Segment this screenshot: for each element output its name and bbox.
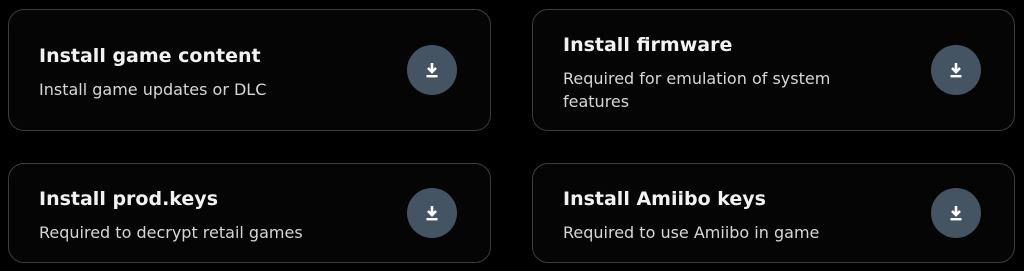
install-firmware-card[interactable]: Install firmware Required for emulation … — [532, 9, 1015, 131]
card-description: Required to use Amiibo in game — [563, 223, 820, 242]
download-icon — [950, 63, 962, 78]
card-title: Install Amiibo keys — [563, 188, 766, 210]
card-text: Install firmware Required for emulation … — [563, 33, 924, 113]
card-text: Install Amiibo keys Required to use Amii… — [563, 187, 924, 244]
card-description: Install game updates or DLC — [39, 80, 267, 99]
card-title: Install prod.keys — [39, 188, 218, 210]
card-text: Install game content Install game update… — [39, 44, 400, 101]
install-firmware-button[interactable] — [931, 45, 981, 95]
card-description: Required to decrypt retail games — [39, 223, 303, 242]
card-title: Install game content — [39, 45, 261, 67]
install-prod-keys-card[interactable]: Install prod.keys Required to decrypt re… — [8, 163, 491, 263]
install-amiibo-keys-button[interactable] — [931, 188, 981, 238]
download-icon — [426, 206, 438, 221]
card-title: Install firmware — [563, 34, 733, 56]
install-game-content-button[interactable] — [407, 45, 457, 95]
download-icon — [950, 206, 962, 221]
download-icon — [426, 63, 438, 78]
install-amiibo-keys-card[interactable]: Install Amiibo keys Required to use Amii… — [532, 163, 1015, 263]
install-prod-keys-button[interactable] — [407, 188, 457, 238]
install-game-content-card[interactable]: Install game content Install game update… — [8, 9, 491, 131]
card-text: Install prod.keys Required to decrypt re… — [39, 187, 400, 244]
card-description: Required for emulation of system feature… — [563, 69, 831, 111]
install-options-grid: Install game content Install game update… — [0, 0, 1024, 271]
